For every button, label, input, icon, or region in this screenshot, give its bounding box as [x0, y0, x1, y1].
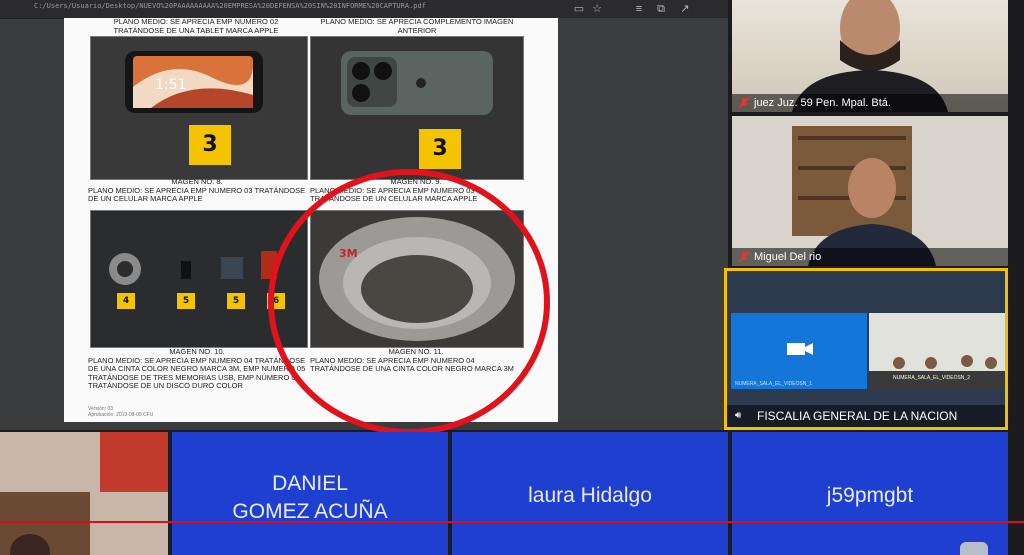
scroll-handle[interactable] [960, 542, 988, 555]
caption-top-right: PLANO MEDIO: SE APRECIA COMPLEMENTO IMAG… [320, 18, 514, 35]
evidence-marker: 5 [177, 293, 195, 309]
collections-icon[interactable]: ⧉ [654, 2, 668, 16]
highlight-circle [268, 169, 550, 435]
lawyer-name: Miguel Del rio [754, 251, 822, 263]
room1-label: NUMERA_SALA_EL_VIDEOSN_1 [735, 381, 812, 387]
mic-muted-icon [738, 97, 750, 109]
caption-top-left: PLANO MEDIO: SE APRECIA EMP NUMERO 02 TR… [113, 18, 279, 35]
photo-phone: 3 [310, 36, 524, 180]
tab-icon[interactable]: ▭ [572, 2, 586, 16]
fiscalia-name-bar: 🔊︎ FISCALIA GENERAL DE LA NACION [727, 405, 1005, 427]
favorites-icon[interactable]: ≡ [632, 2, 646, 16]
fiscalia-room-1: NUMERA_SALA_EL_VIDEOSN_1 [731, 313, 867, 389]
evidence-marker: 4 [117, 293, 135, 309]
judge-name: juez Juz. 59 Pen. Mpal. Btá. [754, 97, 891, 109]
phone-illustration [341, 51, 493, 115]
photo-tablet: 1:51 3 [90, 36, 308, 180]
fiscalia-name: FISCALIA GENERAL DE LA NACION [757, 409, 958, 423]
video-camera-icon [787, 343, 813, 355]
viewer-background [558, 18, 728, 422]
video-tile-judge[interactable]: juez Juz. 59 Pen. Mpal. Btá. [732, 0, 1008, 112]
lawyer-video-illustration [792, 126, 936, 266]
participant-tile-daniel[interactable]: DANIEL GOMEZ ACUÑA [172, 432, 448, 555]
doc-approval: Aprobación: 2019-08-09 CFU [88, 412, 154, 418]
video-tile-fiscalia[interactable]: NUMERA_SALA_EL_VIDEOSN_1 NUMERA_SALA_EL_… [724, 268, 1008, 430]
evidence-marker: 5 [227, 293, 245, 309]
video-tile-participant-cam[interactable] [0, 432, 168, 555]
participant-name: j59pmgbt [826, 484, 914, 507]
participant-name: laura Hidalgo [528, 484, 652, 507]
star-icon[interactable]: ☆ [590, 2, 604, 16]
doc-footer: Versión: 03 Aprobación: 2019-08-09 CFU [88, 406, 153, 418]
red-divider-line [0, 521, 1024, 523]
share-icon[interactable]: ↗ [678, 2, 692, 16]
speaker-icon: 🔊︎ [735, 410, 742, 421]
browser-address-bar[interactable]: C:/Users/Usuario/Desktop/NUEVO%20PAAAAAA… [0, 0, 728, 19]
judge-name-bar: juez Juz. 59 Pen. Mpal. Btá. [732, 94, 1008, 112]
mic-muted-icon [738, 251, 750, 263]
participant-cam-illustration [0, 432, 168, 555]
participant-tile-j59pmgbt[interactable]: j59pmgbt [732, 432, 1008, 555]
participant-name-line1: DANIEL [272, 472, 348, 495]
fiscalia-room-2: NUMERA_SALA_EL_VIDEOSN_2 [869, 313, 1005, 389]
video-tile-lawyer[interactable]: Miguel Del rio [732, 116, 1008, 266]
lawyer-name-bar: Miguel Del rio [732, 248, 1008, 266]
evidence-marker: 3 [189, 125, 231, 165]
address-url[interactable]: C:/Users/Usuario/Desktop/NUEVO%20PAAAAAA… [34, 2, 426, 10]
participant-tile-laura[interactable]: laura Hidalgo [452, 432, 728, 555]
room2-label: NUMERA_SALA_EL_VIDEOSN_2 [893, 375, 970, 381]
svg-text:1:51: 1:51 [155, 77, 186, 93]
